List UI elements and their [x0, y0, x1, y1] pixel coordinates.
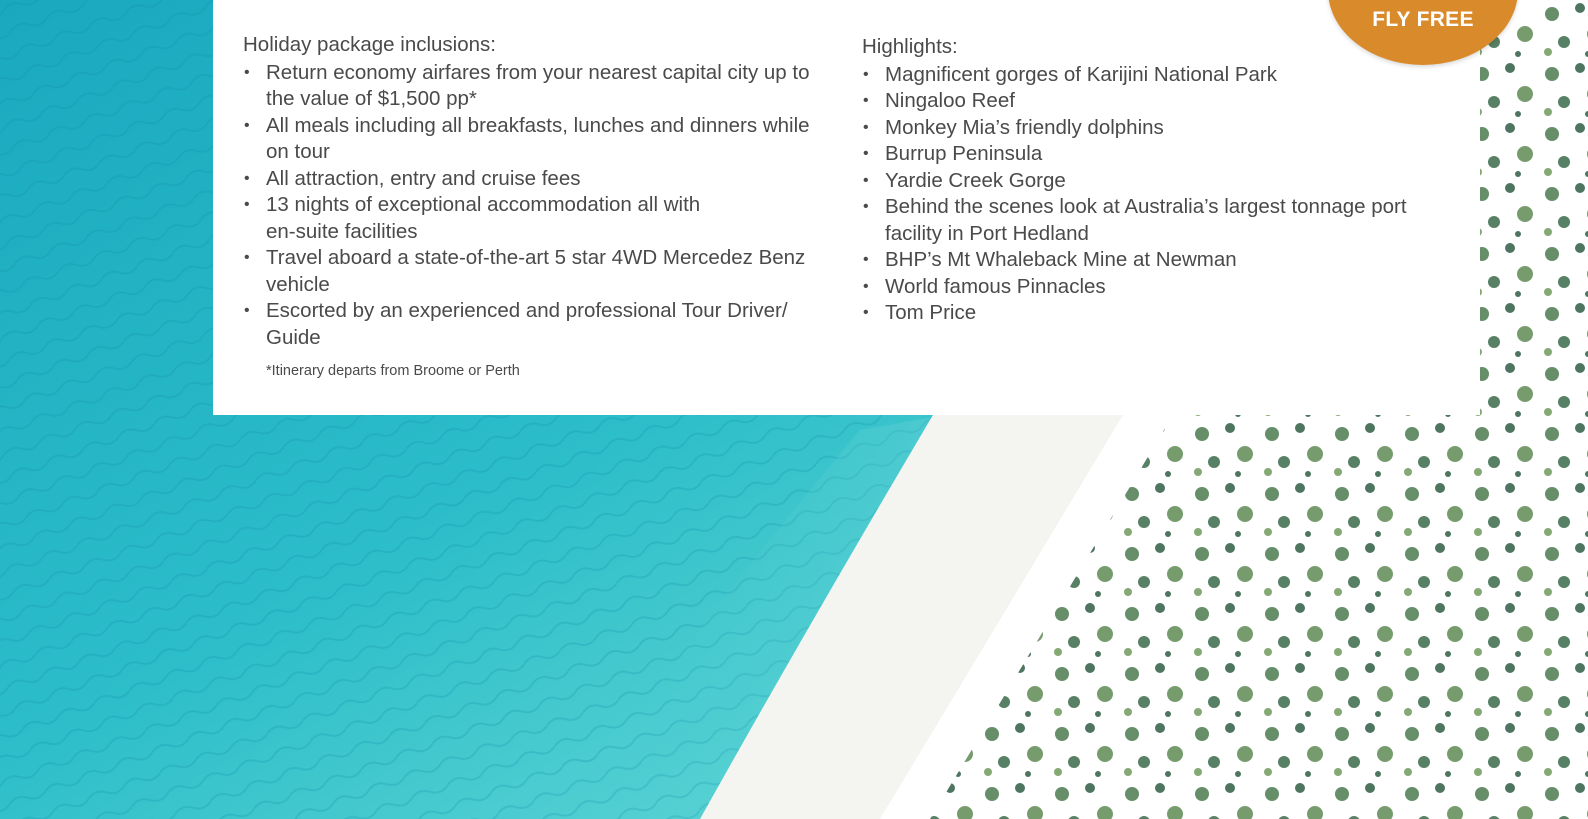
bullet-icon: • — [863, 92, 869, 109]
list-item: • World famous Pinnacles — [862, 274, 1452, 301]
list-item: • Travel aboard a state-of-the-art 5 star… — [244, 246, 806, 296]
list-item: • Monkey Mia’s friendly dolphins — [862, 115, 1452, 142]
bullet-icon: • — [244, 116, 250, 134]
inclusions-list: • Return economy airfares from your neare… — [243, 60, 833, 352]
bullet-icon: • — [244, 302, 250, 319]
list-item: • Tom Price — [862, 300, 1452, 327]
highlights-column: Highlights: • Magnificent gorges of Karij… — [862, 34, 1452, 327]
list-item: • 13 nights of exceptional accommodation … — [244, 193, 701, 243]
list-item: • All attraction, entry and cruise fees — [243, 166, 833, 193]
bullet-icon: • — [863, 171, 869, 189]
bullet-icon: • — [863, 277, 869, 295]
list-item: • Magnificent gorges of Karijini National… — [862, 62, 1452, 89]
bullet-icon: • — [244, 169, 250, 187]
bullet-icon: • — [863, 198, 869, 215]
bullet-icon: • — [863, 251, 869, 268]
bullet-icon: • — [244, 249, 250, 266]
list-item: • All meals including all breakfasts, lun… — [244, 113, 810, 164]
promo-scene: Holiday package inclusions: • Return econ… — [0, 0, 1588, 819]
list-item: • Yardie Creek Gorge — [862, 168, 1452, 195]
bullet-icon: • — [244, 196, 250, 213]
list-item: • Ningaloo Reef — [862, 88, 1452, 115]
itinerary-footnote: *Itinerary departs from Broome or Perth — [266, 363, 520, 379]
list-item: • BHP’s Mt Whaleback Mine at Newman — [862, 247, 1452, 274]
highlights-list: • Magnificent gorges of Karijini National… — [862, 62, 1452, 327]
fly-free-label: FLY FREE — [1372, 8, 1474, 31]
list-item: • Burrup Peninsula — [862, 141, 1452, 168]
bullet-icon: • — [863, 304, 869, 321]
list-item: • Escorted by an experienced and professi… — [244, 299, 788, 349]
list-item: • Return economy airfares from your neare… — [244, 60, 810, 111]
list-item: • Behind the scenes look at Australia’s l… — [863, 195, 1407, 245]
inclusions-heading: Holiday package inclusions: — [243, 33, 496, 56]
inclusions-column: Holiday package inclusions: • Return econ… — [243, 32, 833, 380]
bullet-icon: • — [244, 63, 250, 81]
bullet-icon: • — [863, 118, 869, 136]
package-info-card: Holiday package inclusions: • Return econ… — [213, 0, 1480, 415]
bullet-icon: • — [863, 145, 869, 162]
bullet-icon: • — [863, 65, 869, 83]
